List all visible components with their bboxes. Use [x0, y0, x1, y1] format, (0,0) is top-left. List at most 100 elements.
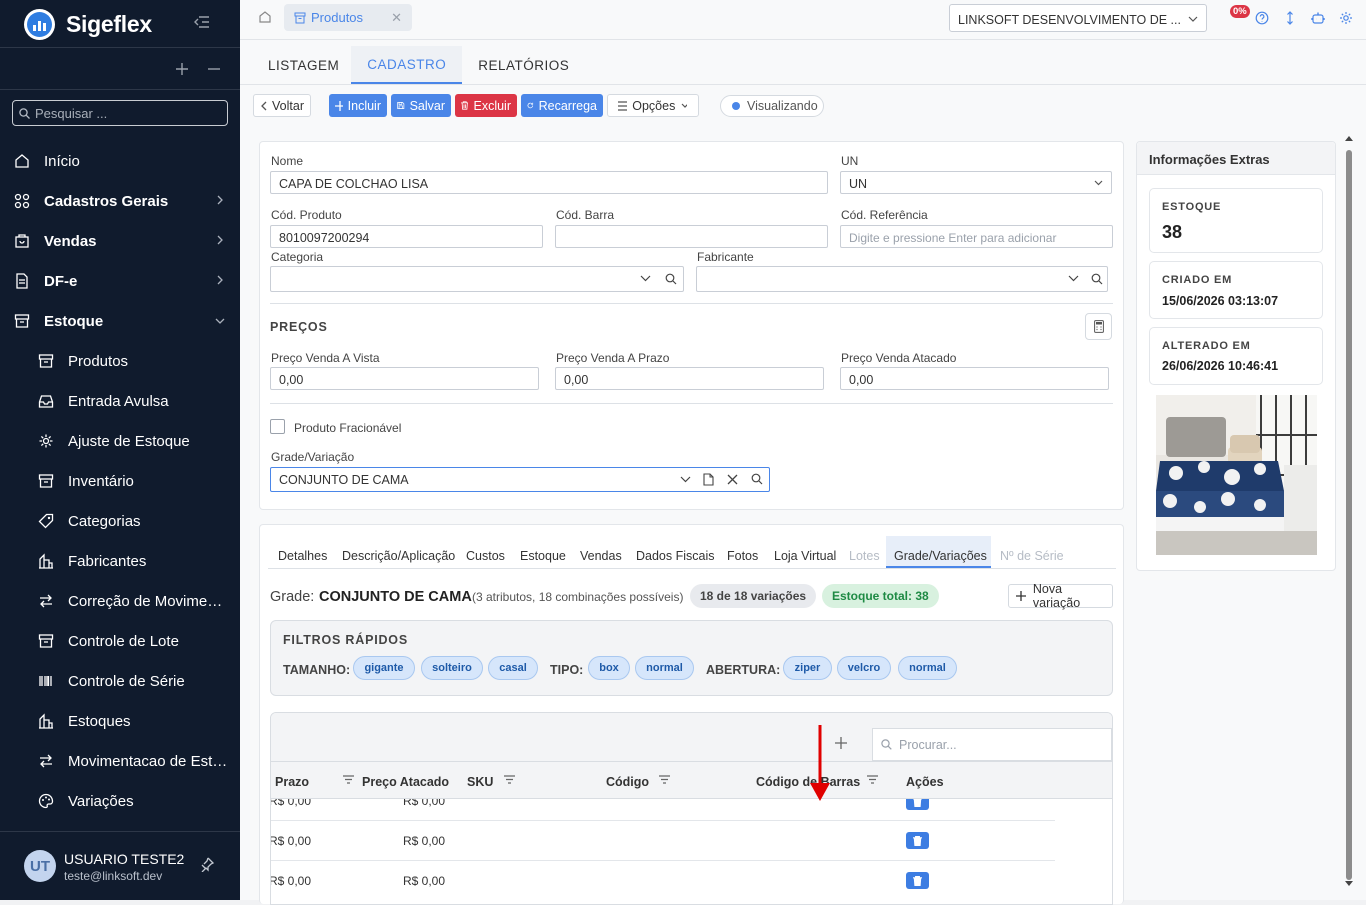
- filter-icon[interactable]: [343, 775, 354, 784]
- column-prazo[interactable]: Prazo: [275, 775, 309, 789]
- search-icon[interactable]: [1091, 273, 1103, 285]
- filter-icon[interactable]: [504, 775, 515, 784]
- scrollbar-thumb[interactable]: [1346, 150, 1352, 880]
- tab-relatorios[interactable]: RELATÓRIOS: [462, 46, 585, 84]
- options-button[interactable]: Opções: [607, 94, 699, 117]
- menu-inicio[interactable]: Início: [0, 141, 240, 181]
- column-codigo[interactable]: Código: [606, 775, 649, 789]
- submenu-item-9[interactable]: Estoques: [0, 701, 240, 741]
- filter-chip-normal-abertura[interactable]: normal: [898, 656, 957, 680]
- tab-cadastro[interactable]: CADASTRO: [351, 46, 463, 84]
- submenu-item-5[interactable]: Fabricantes: [0, 541, 240, 581]
- save-button[interactable]: Salvar: [391, 94, 451, 117]
- company-select[interactable]: LINKSOFT DESENVOLVIMENTO DE ...: [949, 4, 1207, 32]
- subtab-8[interactable]: Lotes: [849, 549, 880, 563]
- cod-produto-input[interactable]: 8010097200294: [270, 225, 543, 248]
- subtab-3[interactable]: Estoque: [520, 549, 566, 563]
- submenu-item-6[interactable]: Correção de Movimento: [0, 581, 240, 621]
- menu-vendas[interactable]: Vendas: [0, 221, 240, 261]
- menu-dfe[interactable]: DF-e: [0, 261, 240, 301]
- column-preco-atacado[interactable]: Preço Atacado: [362, 775, 449, 789]
- collapse-all-icon[interactable]: [208, 63, 220, 75]
- delete-row-button[interactable]: [906, 799, 929, 810]
- filter-chip-normal[interactable]: normal: [635, 656, 694, 680]
- filter-chip-casal[interactable]: casal: [488, 656, 538, 680]
- subtab-9[interactable]: Grade/Variações: [894, 549, 987, 563]
- grade-label: Grade/Variação: [271, 450, 355, 464]
- tab-listagem[interactable]: LISTAGEM: [256, 46, 351, 84]
- filter-chip-box[interactable]: box: [588, 656, 630, 680]
- nome-input[interactable]: CAPA DE COLCHAO LISA: [270, 171, 828, 194]
- subtab-2[interactable]: Custos: [466, 549, 505, 563]
- user-panel[interactable]: UT USUARIO TESTE2 teste@linksoft.dev: [0, 832, 240, 900]
- table-row[interactable]: R$ 0,00 R$ 0,00: [271, 799, 1055, 821]
- subtab-5[interactable]: Dados Fiscais: [636, 549, 715, 563]
- resize-icon[interactable]: [1283, 11, 1297, 25]
- fabricante-select[interactable]: [696, 266, 1108, 292]
- help-icon[interactable]: [1255, 11, 1269, 25]
- sidebar-search-input[interactable]: [35, 105, 215, 121]
- preco-prazo-input[interactable]: 0,00: [555, 367, 824, 390]
- robot-icon[interactable]: [1311, 11, 1325, 25]
- sidebar-search[interactable]: [12, 100, 228, 126]
- subtab-4[interactable]: Vendas: [580, 549, 622, 563]
- subtab-10[interactable]: Nº de Série: [1000, 549, 1064, 563]
- table-row[interactable]: R$ 0,00 R$ 0,00: [271, 821, 1055, 861]
- subtab-1[interactable]: Descrição/Aplicação: [342, 549, 455, 563]
- table-row[interactable]: R$ 0,00 R$ 0,00: [271, 861, 1055, 901]
- submenu-item-1[interactable]: Entrada Avulsa: [0, 381, 240, 421]
- filter-icon[interactable]: [659, 775, 670, 784]
- subtab-7[interactable]: Loja Virtual: [774, 549, 836, 563]
- submenu-item-8[interactable]: Controle de Série: [0, 661, 240, 701]
- gear-icon[interactable]: [1339, 11, 1353, 25]
- preco-vista-input[interactable]: 0,00: [270, 367, 539, 390]
- new-variation-button[interactable]: Nova variação: [1008, 582, 1113, 610]
- submenu-item-0[interactable]: Produtos: [0, 341, 240, 381]
- preco-atacado-input[interactable]: 0,00: [840, 367, 1109, 390]
- grade-select[interactable]: CONJUNTO DE CAMA: [270, 467, 770, 492]
- expand-all-icon[interactable]: [176, 63, 188, 75]
- submenu-item-3[interactable]: Inventário: [0, 461, 240, 501]
- subtab-6[interactable]: Fotos: [727, 549, 758, 563]
- search-icon[interactable]: [751, 473, 763, 485]
- column-sku[interactable]: SKU: [467, 775, 493, 789]
- delete-row-button[interactable]: [906, 872, 929, 889]
- cod-barra-input[interactable]: [555, 225, 828, 248]
- menu-estoque[interactable]: Estoque: [0, 301, 240, 341]
- add-row-icon[interactable]: [835, 737, 847, 749]
- add-button[interactable]: Incluir: [329, 94, 387, 117]
- delete-button[interactable]: Excluir: [455, 94, 517, 117]
- menu-cadastros-gerais[interactable]: Cadastros Gerais: [0, 181, 240, 221]
- submenu-item-7[interactable]: Controle de Lote: [0, 621, 240, 661]
- brand[interactable]: Sigeflex: [24, 8, 152, 40]
- un-select[interactable]: UN: [840, 171, 1112, 194]
- submenu-item-11[interactable]: Variações: [0, 781, 240, 821]
- scrollbar[interactable]: [1345, 136, 1353, 896]
- filter-chip-solteiro[interactable]: solteiro: [421, 656, 483, 680]
- reload-button[interactable]: Recarrega: [521, 94, 603, 117]
- subtab-0[interactable]: Detalhes: [278, 549, 327, 563]
- filter-icon[interactable]: [867, 775, 878, 784]
- submenu-item-4[interactable]: Categorias: [0, 501, 240, 541]
- submenu-item-10[interactable]: Movimentacao de Estoque: [0, 741, 240, 781]
- fracionavel-checkbox[interactable]: [270, 419, 285, 434]
- search-icon[interactable]: [665, 273, 677, 285]
- filter-chip-gigante[interactable]: gigante: [353, 656, 415, 680]
- table-search[interactable]: Procurar...: [872, 728, 1112, 761]
- filter-chip-velcro[interactable]: velcro: [837, 656, 891, 680]
- product-image[interactable]: [1156, 395, 1317, 555]
- delete-row-button[interactable]: [906, 832, 929, 849]
- categoria-select[interactable]: [270, 266, 684, 292]
- tab-produtos[interactable]: Produtos ✕: [284, 4, 412, 31]
- close-icon[interactable]: ✕: [391, 10, 402, 26]
- clear-icon[interactable]: [727, 474, 738, 485]
- calculator-button[interactable]: [1085, 313, 1112, 340]
- pin-icon[interactable]: [199, 856, 215, 872]
- cod-ref-input[interactable]: Digite e pressione Enter para adicionar: [840, 225, 1113, 248]
- document-icon[interactable]: [703, 473, 714, 486]
- home-icon[interactable]: [258, 10, 272, 24]
- collapse-menu-icon[interactable]: [194, 15, 210, 29]
- filter-chip-ziper[interactable]: ziper: [783, 656, 832, 680]
- submenu-item-2[interactable]: Ajuste de Estoque: [0, 421, 240, 461]
- back-button[interactable]: Voltar: [253, 94, 311, 117]
